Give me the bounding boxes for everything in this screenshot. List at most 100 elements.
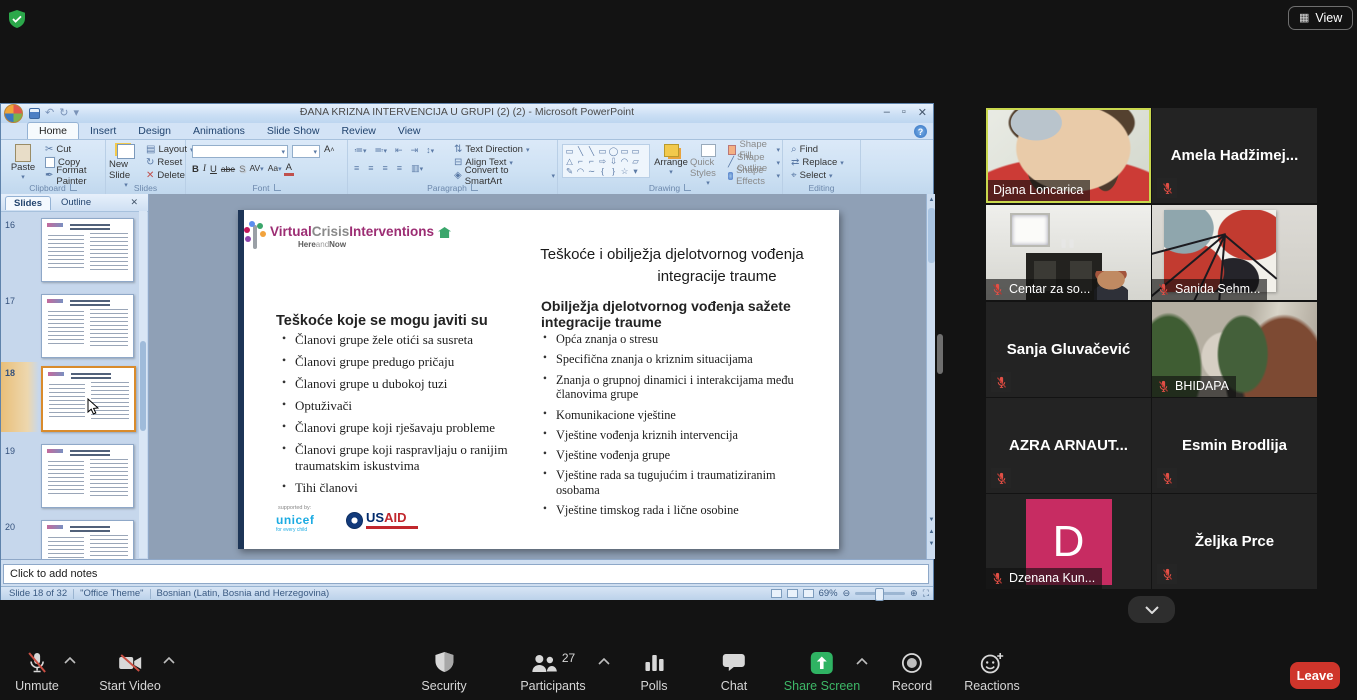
canvas-scrollbar[interactable]: ▲ ▼ ▲ ▼ bbox=[926, 194, 935, 559]
select-button[interactable]: ⌖Select▾ bbox=[789, 169, 846, 182]
increase-indent-button[interactable]: ⇥ bbox=[409, 144, 421, 158]
unmute-options-chevron[interactable] bbox=[64, 657, 76, 664]
normal-view-button[interactable] bbox=[771, 589, 782, 598]
zoom-slider-thumb[interactable] bbox=[875, 588, 884, 601]
slide-thumbnail-20[interactable]: 20 bbox=[1, 520, 137, 559]
scroll-thumb[interactable] bbox=[928, 208, 935, 263]
font-size-combobox[interactable]: ▾ bbox=[292, 145, 320, 158]
paste-button[interactable]: Paste▾ bbox=[7, 144, 39, 181]
italic-button[interactable]: I bbox=[201, 163, 208, 176]
bullets-button[interactable]: ≔▾ bbox=[352, 144, 369, 158]
tab-view[interactable]: View bbox=[387, 123, 432, 139]
clipboard-dialog-launcher[interactable] bbox=[70, 184, 77, 191]
paragraph-dialog-launcher[interactable] bbox=[471, 184, 478, 191]
character-spacing-button[interactable]: AV▾ bbox=[247, 162, 265, 176]
participant-tile-djana-loncarica[interactable]: Djana Loncarica bbox=[986, 108, 1151, 203]
fit-to-window-button[interactable]: ⛶ bbox=[923, 589, 929, 598]
tab-review[interactable]: Review bbox=[330, 123, 386, 139]
find-button[interactable]: ⌕Find bbox=[789, 143, 846, 156]
cut-button[interactable]: ✂Cut bbox=[43, 143, 105, 156]
strikethrough-button[interactable]: abe bbox=[219, 163, 237, 176]
grow-font-button[interactable]: A˄ bbox=[322, 143, 336, 157]
ppt-title-bar[interactable]: ↶ ↻ ▾ ĐANA KRIZNA INTERVENCIJA U GRUPI (… bbox=[1, 104, 933, 123]
slide-thumbnail-17[interactable]: 17 bbox=[1, 294, 137, 364]
security-button[interactable]: Security bbox=[421, 651, 466, 693]
gallery-scroll-down-button[interactable] bbox=[1128, 596, 1175, 623]
slideshow-view-button[interactable] bbox=[803, 589, 814, 598]
slide-thumbnail-18-selected[interactable]: 18 bbox=[1, 366, 137, 436]
participant-tile-zeljka[interactable]: Željka Prce bbox=[1152, 494, 1317, 589]
underline-button[interactable]: U bbox=[208, 163, 219, 176]
participant-tile-azra[interactable]: AZRA ARNAUT... bbox=[986, 398, 1151, 493]
font-name-combobox[interactable]: ▾ bbox=[192, 145, 288, 158]
text-shadow-button[interactable]: S bbox=[237, 163, 247, 176]
slide-thumbnail-19[interactable]: 19 bbox=[1, 444, 137, 514]
restore-button[interactable]: ▫ bbox=[902, 106, 906, 119]
participant-tile-sanja[interactable]: Sanja Gluvačević bbox=[986, 302, 1151, 397]
convert-smartart-button[interactable]: ◈Convert to SmartArt▾ bbox=[452, 169, 557, 182]
text-direction-button[interactable]: ⇅Text Direction▾ bbox=[452, 143, 557, 156]
panel-close-icon[interactable]: ✕ bbox=[130, 197, 138, 208]
next-slide-button[interactable]: ▼ bbox=[927, 539, 936, 549]
justify-button[interactable]: ≡ bbox=[395, 162, 404, 176]
columns-button[interactable]: ▥▾ bbox=[409, 162, 425, 176]
slide-thumbnail-16[interactable]: 16 bbox=[1, 218, 137, 288]
start-video-button[interactable]: Start Video bbox=[99, 651, 161, 693]
unmute-button[interactable]: Unmute bbox=[15, 651, 59, 693]
video-options-chevron[interactable] bbox=[163, 657, 175, 664]
drawing-dialog-launcher[interactable] bbox=[684, 184, 691, 191]
change-case-button[interactable]: Aa▾ bbox=[266, 162, 284, 176]
language-indicator[interactable]: Bosnian (Latin, Bosnia and Herzegovina) bbox=[157, 588, 330, 599]
panel-tab-outline[interactable]: Outline bbox=[53, 196, 99, 209]
participants-button[interactable]: 27 Participants bbox=[520, 651, 585, 693]
participant-tile-bhidapa[interactable]: BHIDAPA bbox=[1152, 302, 1317, 397]
shapes-gallery[interactable]: ▭╲╲▭◯▭▭ △⌐⌐⇨⇩◠▱ ✎◠∼{}☆▾ bbox=[562, 144, 650, 178]
scroll-down-icon[interactable]: ▼ bbox=[927, 515, 936, 525]
previous-slide-button[interactable]: ▲ bbox=[927, 527, 936, 537]
align-center-button[interactable]: ≡ bbox=[366, 162, 375, 176]
tab-animations[interactable]: Animations bbox=[182, 123, 256, 139]
zoom-out-button[interactable]: ⊖ bbox=[843, 589, 851, 598]
leave-button[interactable]: Leave bbox=[1290, 662, 1340, 689]
bold-button[interactable]: B bbox=[190, 163, 201, 176]
notes-input[interactable]: Click to add notes bbox=[3, 564, 929, 584]
zoom-in-button[interactable]: ⊕ bbox=[910, 589, 918, 598]
slide-18[interactable]: VirtualCrisisInterventions HereandNow Te… bbox=[238, 210, 839, 549]
tab-slide-show[interactable]: Slide Show bbox=[256, 123, 331, 139]
participant-tile-centar[interactable]: ▮▮ Centar za so... bbox=[986, 205, 1151, 300]
font-dialog-launcher[interactable] bbox=[274, 184, 281, 191]
participant-tile-dzenana[interactable]: D Dzenana Kun... bbox=[986, 494, 1151, 589]
shared-screen-scrollbar[interactable] bbox=[937, 334, 943, 374]
help-icon[interactable]: ? bbox=[914, 125, 927, 138]
quick-styles-button[interactable]: Quick Styles▾ bbox=[690, 144, 726, 187]
record-button[interactable]: Record bbox=[892, 651, 932, 693]
panel-tab-slides[interactable]: Slides bbox=[5, 196, 51, 210]
polls-button[interactable]: Polls bbox=[640, 651, 667, 693]
close-button[interactable]: ✕ bbox=[918, 106, 927, 119]
format-painter-button[interactable]: ✒Format Painter bbox=[43, 169, 105, 182]
tab-design[interactable]: Design bbox=[127, 123, 182, 139]
numbering-button[interactable]: ≕▾ bbox=[373, 144, 390, 158]
view-button[interactable]: ▦ View bbox=[1288, 6, 1353, 30]
participant-tile-esmin[interactable]: Esmin Brodlija bbox=[1152, 398, 1317, 493]
zoom-slider[interactable] bbox=[855, 592, 905, 595]
decrease-indent-button[interactable]: ⇤ bbox=[393, 144, 405, 158]
participant-tile-amela[interactable]: Amela Hadžimej... bbox=[1152, 108, 1317, 203]
slide-sorter-view-button[interactable] bbox=[787, 589, 798, 598]
minimize-button[interactable]: – bbox=[884, 106, 890, 119]
replace-button[interactable]: ⇄Replace▾ bbox=[789, 156, 846, 169]
arrange-button[interactable]: Arrange▾ bbox=[652, 144, 690, 176]
line-spacing-button[interactable]: ↕▾ bbox=[424, 144, 436, 158]
font-color-button[interactable]: A bbox=[284, 163, 294, 176]
share-options-chevron[interactable] bbox=[856, 658, 868, 665]
tab-home[interactable]: Home bbox=[27, 122, 79, 139]
chat-button[interactable]: Chat bbox=[721, 651, 747, 693]
panel-scrollbar[interactable] bbox=[139, 211, 147, 558]
shape-effects-button[interactable]: Shape Effects▾ bbox=[726, 169, 782, 182]
scroll-up-icon[interactable]: ▲ bbox=[927, 195, 936, 205]
participant-tile-sanida[interactable]: Sanida Sehm... bbox=[1152, 205, 1317, 300]
tab-insert[interactable]: Insert bbox=[79, 123, 127, 139]
align-right-button[interactable]: ≡ bbox=[381, 162, 390, 176]
reactions-button[interactable]: Reactions bbox=[964, 651, 1020, 693]
participants-options-chevron[interactable] bbox=[598, 658, 610, 665]
